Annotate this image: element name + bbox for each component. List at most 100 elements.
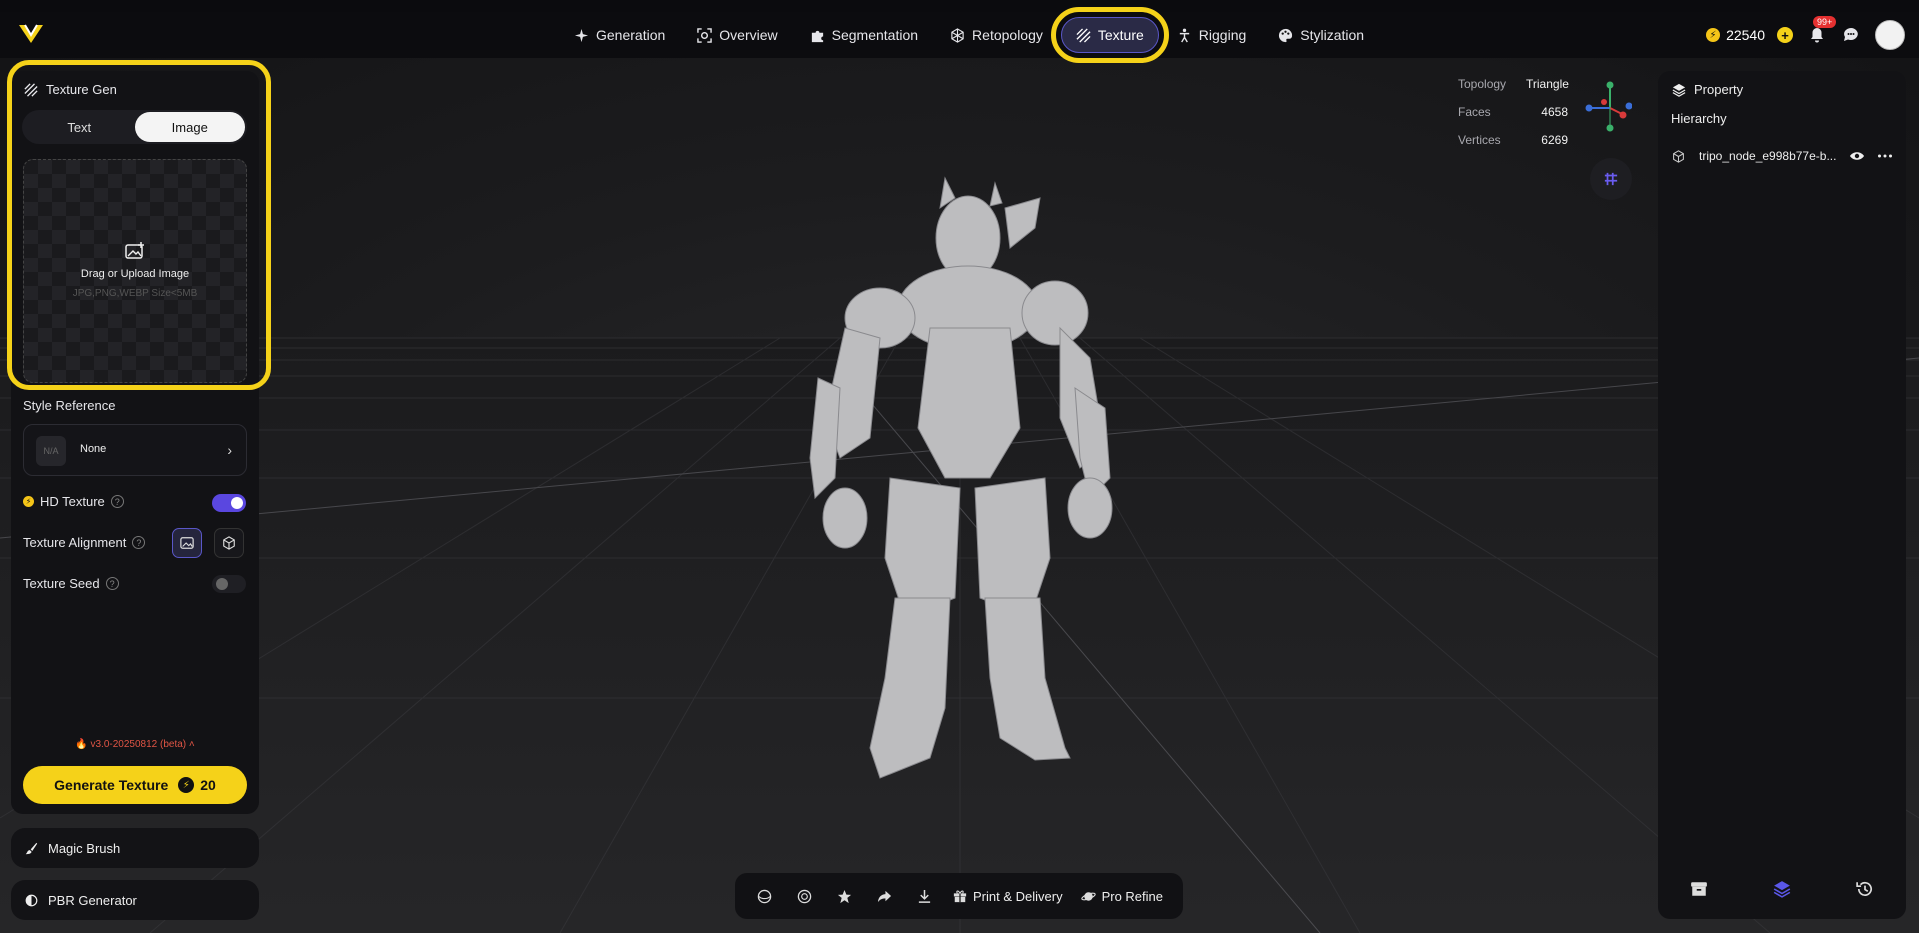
faces-value: 4658 [1541, 105, 1568, 119]
print-delivery-label: Print & Delivery [973, 888, 1063, 904]
topology-value: Triangle [1526, 77, 1569, 91]
help-icon[interactable]: ? [105, 577, 119, 590]
axis-gizmo-icon[interactable] [1582, 80, 1632, 134]
add-credits-button[interactable]: + [1777, 27, 1793, 43]
star-icon [837, 889, 851, 903]
circle-icon [797, 889, 811, 903]
nav-overview[interactable]: Overview [683, 17, 791, 53]
3d-viewport[interactable] [0, 58, 1919, 933]
puzzle-icon [811, 30, 823, 42]
hierarchy-label: Hierarchy [1671, 111, 1727, 126]
texture-seed-row: Texture Seed ? [23, 576, 119, 591]
pbr-generator-button[interactable]: PBR Generator [11, 880, 259, 920]
eye-icon[interactable] [1849, 148, 1865, 164]
lighting-button[interactable] [787, 879, 821, 913]
hd-texture-label: HD Texture [40, 494, 105, 509]
hierarchy-node[interactable]: tripo_node_e998b77e-b... [1672, 146, 1896, 166]
main-nav: Generation Overview Segmentation Retopol… [560, 7, 1378, 63]
favorite-button[interactable] [827, 879, 861, 913]
faces-label: Faces [1458, 105, 1491, 119]
texture-seed-label: Texture Seed [23, 576, 100, 591]
nav-overview-label: Overview [719, 27, 778, 43]
nav-rigging[interactable]: Rigging [1163, 17, 1260, 53]
nav-segmentation-label: Segmentation [831, 27, 919, 43]
property-header: Property [1672, 82, 1743, 97]
view-options-button[interactable] [1590, 158, 1632, 200]
scan-icon [697, 27, 713, 43]
property-title: Property [1694, 82, 1744, 97]
style-reference-thumb: N/A [36, 436, 66, 466]
archive-icon[interactable] [1690, 880, 1708, 898]
image-upload-icon [125, 242, 144, 259]
input-mode-tabs: Text Image [22, 110, 247, 144]
history-icon[interactable] [1855, 880, 1874, 898]
property-panel-footer [1658, 880, 1906, 898]
grid-floor [0, 176, 1919, 933]
nav-generation[interactable]: Generation [560, 17, 679, 53]
toggle-knob [216, 578, 228, 590]
upload-label: Drag or Upload Image [80, 268, 190, 280]
toggle-knob [231, 497, 243, 509]
magic-brush-button[interactable]: Magic Brush [11, 828, 259, 868]
style-reference-value: None [80, 443, 107, 455]
avatar[interactable] [1875, 20, 1905, 50]
notification-badge: 99+ [1813, 16, 1837, 28]
pro-refine-label: Pro Refine [1101, 888, 1163, 904]
texture-icon [24, 82, 38, 97]
nav-retopology-label: Retopology [972, 27, 1043, 43]
help-icon[interactable]: ? [132, 536, 146, 549]
texture-icon [1076, 27, 1091, 43]
nav-generation-label: Generation [596, 27, 666, 43]
app-logo[interactable] [18, 23, 44, 45]
chat-button[interactable] [1841, 25, 1861, 45]
grid-view-icon [1604, 172, 1618, 186]
share-button[interactable] [867, 879, 901, 913]
more-options-icon[interactable] [1877, 148, 1893, 164]
nav-stylization[interactable]: Stylization [1264, 17, 1378, 53]
download-icon [918, 889, 930, 903]
print-delivery-button[interactable]: Print & Delivery [947, 889, 1069, 904]
hd-texture-toggle[interactable] [212, 494, 246, 512]
nav-segmentation[interactable]: Segmentation [796, 17, 932, 53]
tab-text[interactable]: Text [24, 112, 135, 142]
mesh-icon [951, 27, 964, 43]
generate-cost-value: 20 [200, 777, 216, 793]
hd-texture-row: ⚡ HD Texture ? [23, 494, 124, 509]
sparkle-icon [574, 28, 589, 42]
sphere-icon [757, 889, 771, 903]
align-geometry-button[interactable] [214, 528, 244, 558]
half-circle-icon [25, 894, 38, 906]
style-reference-label: Style Reference [23, 398, 116, 413]
align-image-button[interactable] [172, 528, 202, 558]
planet-icon [1080, 891, 1096, 901]
nav-retopology[interactable]: Retopology [936, 17, 1057, 53]
model-version-selector[interactable]: 🔥 v3.0-20250812 (beta) ˄ [11, 739, 259, 750]
nav-texture[interactable]: Texture [1050, 7, 1169, 63]
texture-seed-toggle[interactable] [212, 575, 246, 593]
gift-icon [953, 890, 967, 903]
generate-cost: ⚡ 20 [178, 777, 216, 793]
layers-icon[interactable] [1773, 880, 1791, 898]
brush-icon [25, 842, 38, 854]
palette-icon [1279, 28, 1293, 42]
image-icon [180, 537, 194, 549]
magic-brush-label: Magic Brush [48, 840, 121, 856]
download-button[interactable] [907, 879, 941, 913]
node-name: tripo_node_e998b77e-b... [1699, 149, 1837, 163]
style-reference-select[interactable]: N/A None › [23, 424, 247, 476]
image-upload-dropzone[interactable]: Drag or Upload Image JPG,PNG,WEBP Size<5… [23, 159, 247, 383]
help-icon[interactable]: ? [110, 495, 124, 508]
chat-icon [1844, 28, 1858, 41]
nav-rigging-label: Rigging [1198, 27, 1247, 43]
share-icon [877, 890, 891, 902]
generate-texture-button[interactable]: Generate Texture ⚡ 20 [23, 766, 247, 804]
material-view-button[interactable] [747, 879, 781, 913]
notifications-button[interactable]: 99+ [1807, 16, 1837, 45]
credits[interactable]: ⚡ 22540 + [1706, 27, 1793, 43]
generate-texture-label: Generate Texture [54, 777, 169, 793]
tab-image[interactable]: Image [134, 112, 245, 142]
bolt-coin-icon: ⚡ [1706, 28, 1721, 42]
pro-refine-button[interactable]: Pro Refine [1075, 889, 1169, 904]
texture-gen-header: Texture Gen [24, 82, 117, 97]
bolt-coin-icon: ⚡ [178, 777, 195, 793]
